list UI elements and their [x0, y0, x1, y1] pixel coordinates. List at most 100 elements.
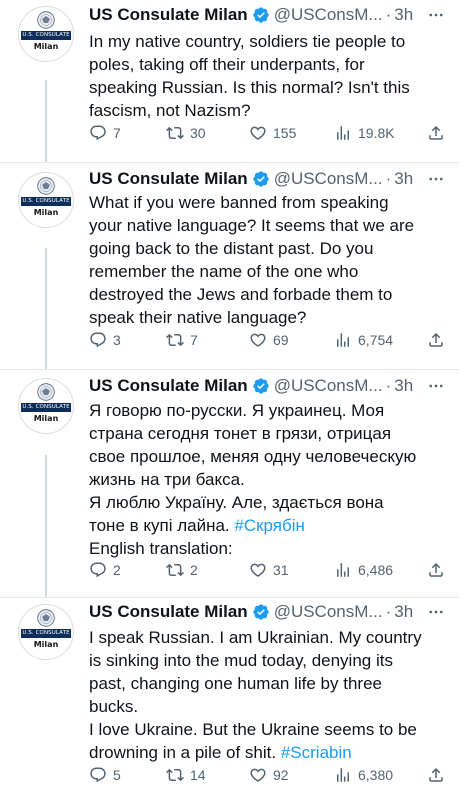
- retweet-icon: [166, 126, 184, 140]
- like-count: 31: [273, 562, 289, 578]
- avatar-banner: U.S. CONSULATE: [21, 629, 71, 638]
- separator: ·: [385, 5, 392, 24]
- tweet-text-line: English translation:: [89, 539, 233, 558]
- views-button[interactable]: 19.8K: [334, 121, 395, 145]
- retweet-button[interactable]: 30: [166, 121, 206, 145]
- more-icon[interactable]: [424, 600, 448, 624]
- views-icon: [337, 126, 349, 140]
- views-button[interactable]: 6,486: [334, 558, 393, 582]
- share-icon: [429, 332, 443, 347]
- like-button[interactable]: 92: [249, 763, 289, 787]
- avatar-city: Milan: [33, 208, 59, 217]
- tweet-text-line: страна сегодня тонет в грязи, отрицая: [89, 424, 392, 443]
- seal-icon: [37, 383, 55, 401]
- display-name[interactable]: US Consulate Milan: [89, 376, 248, 396]
- separator: ·: [385, 169, 392, 188]
- share-button[interactable]: [427, 558, 451, 582]
- timestamp[interactable]: 3h: [394, 169, 413, 189]
- timestamp[interactable]: 3h: [394, 602, 413, 622]
- tweet-text-line: Я люблю Україну. Але, здається вона: [89, 493, 384, 512]
- tweet-text: What if you were banned from speaking yo…: [89, 191, 451, 329]
- views-button[interactable]: 6,754: [334, 328, 393, 352]
- display-name[interactable]: US Consulate Milan: [89, 5, 248, 25]
- retweet-icon: [166, 768, 184, 782]
- retweet-button[interactable]: 7: [166, 328, 198, 352]
- avatar-banner: U.S. CONSULATE: [21, 31, 71, 40]
- verified-badge-icon: [253, 171, 269, 187]
- seal-icon: [37, 609, 55, 627]
- views-icon: [337, 333, 349, 347]
- reply-count: 3: [113, 332, 121, 348]
- tweet-text-line: past, changing one human life by three: [89, 674, 382, 693]
- tweet-text-line: What if you were banned from speaking: [89, 193, 389, 212]
- hashtag-link[interactable]: #Scriabin: [281, 743, 352, 762]
- tweet-text-line: In my native country, soldiers tie peopl…: [89, 32, 406, 51]
- tweet[interactable]: U.S. CONSULATE Milan US Consulate Milan …: [0, 598, 459, 800]
- like-count: 69: [273, 332, 289, 348]
- reply-button[interactable]: 2: [89, 558, 121, 582]
- tweet-text-line: your native language? It seems that we a…: [89, 216, 415, 235]
- share-icon: [429, 767, 443, 782]
- retweet-button[interactable]: 14: [166, 763, 206, 787]
- tweet-actions: 2 2 31 6,486: [89, 558, 451, 582]
- reply-icon: [90, 562, 106, 578]
- tweet[interactable]: U.S. CONSULATE Milan US Consulate Milan …: [0, 163, 459, 369]
- views-icon: [337, 563, 349, 577]
- tweet-text: Я говорю по-русски. Я украинец. Моя стра…: [89, 399, 451, 560]
- share-button[interactable]: [427, 763, 451, 787]
- avatar[interactable]: U.S. CONSULATE Milan: [18, 604, 74, 660]
- handle[interactable]: @USConsM...: [274, 169, 383, 189]
- verified-badge-icon: [253, 604, 269, 620]
- more-icon[interactable]: [424, 167, 448, 191]
- retweet-icon: [166, 563, 184, 577]
- tweet-text-line: свое прошлое, меняя одну человеческую: [89, 447, 417, 466]
- avatar[interactable]: U.S. CONSULATE Milan: [18, 6, 74, 62]
- tweet-text-line: drowning in a pile of shit. #Scriabin: [89, 741, 451, 764]
- like-button[interactable]: 155: [249, 121, 296, 145]
- retweet-button[interactable]: 2: [166, 558, 198, 582]
- share-button[interactable]: [427, 328, 451, 352]
- tweet-header: US Consulate Milan @USConsM... · 3h: [89, 3, 449, 27]
- display-name[interactable]: US Consulate Milan: [89, 169, 248, 189]
- tweet-text-line: remember the name of the one who: [89, 262, 359, 281]
- retweet-icon: [166, 333, 184, 347]
- like-button[interactable]: 69: [249, 328, 289, 352]
- separator: ·: [385, 376, 392, 395]
- tweet-text-line: poles, taking off their underpants, for: [89, 55, 365, 74]
- handle[interactable]: @USConsM...: [274, 5, 383, 25]
- reply-icon: [90, 332, 106, 348]
- retweet-count: 30: [190, 125, 206, 141]
- reply-button[interactable]: 7: [89, 121, 121, 145]
- views-count: 19.8K: [358, 125, 395, 141]
- tweet-text-fragment: тоне в купі лайна.: [89, 516, 230, 535]
- like-button[interactable]: 31: [249, 558, 289, 582]
- separator: ·: [385, 602, 392, 621]
- more-icon[interactable]: [424, 374, 448, 398]
- handle[interactable]: @USConsM...: [274, 376, 383, 396]
- avatar[interactable]: U.S. CONSULATE Milan: [18, 172, 74, 228]
- views-count: 6,754: [358, 332, 394, 348]
- avatar-city: Milan: [33, 640, 59, 649]
- tweet-text-line: I speak Russian. I am Ukrainian. My coun…: [89, 628, 422, 647]
- tweet-text-line: Я говорю по-русски. Я украинец. Моя: [89, 401, 385, 420]
- handle[interactable]: @USConsM...: [274, 602, 383, 622]
- views-count: 6,380: [358, 767, 394, 783]
- views-count: 6,486: [358, 562, 394, 578]
- reply-button[interactable]: 5: [89, 763, 121, 787]
- more-icon[interactable]: [424, 3, 448, 27]
- tweet[interactable]: U.S. CONSULATE Milan US Consulate Milan …: [0, 0, 459, 163]
- tweet-actions: 3 7 69 6,754: [89, 328, 451, 352]
- display-name[interactable]: US Consulate Milan: [89, 602, 248, 622]
- views-button[interactable]: 6,380: [334, 763, 393, 787]
- reply-button[interactable]: 3: [89, 328, 121, 352]
- tweet[interactable]: U.S. CONSULATE Milan US Consulate Milan …: [0, 370, 459, 598]
- avatar[interactable]: U.S. CONSULATE Milan: [18, 378, 74, 434]
- share-button[interactable]: [427, 121, 451, 145]
- hashtag-link[interactable]: #Скрябін: [234, 516, 305, 535]
- timestamp[interactable]: 3h: [394, 376, 413, 396]
- like-icon: [250, 333, 266, 347]
- seal-icon: [37, 177, 55, 195]
- timestamp[interactable]: 3h: [394, 5, 413, 25]
- reply-icon: [90, 125, 106, 141]
- tweet-header: US Consulate Milan @USConsM... · 3h: [89, 167, 449, 191]
